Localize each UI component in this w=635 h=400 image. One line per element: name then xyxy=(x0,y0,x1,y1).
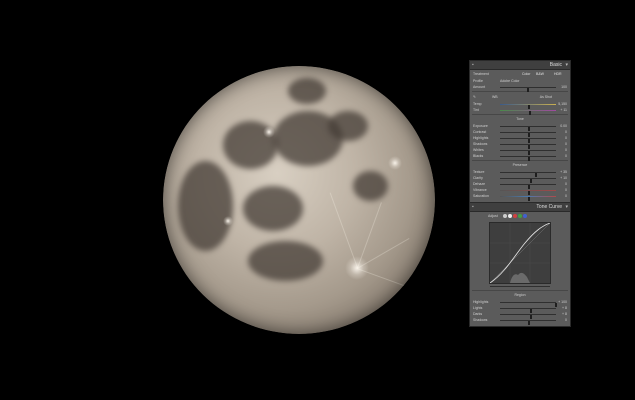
amount-slider-thumb[interactable] xyxy=(526,88,529,92)
treatment-color-button[interactable]: Color xyxy=(522,71,530,77)
tint-slider-track[interactable] xyxy=(500,110,556,115)
tint-row: Tint + 11 xyxy=(470,107,570,115)
amount-label: Amount xyxy=(473,85,486,89)
region-shadows-row: Shadows 0 xyxy=(470,317,570,325)
region-highlights-track[interactable] xyxy=(500,302,557,307)
highlights-slider-track[interactable] xyxy=(500,138,556,143)
basic-panel-header[interactable]: ▪ Basic ▾ xyxy=(470,61,570,70)
blacks-slider-track[interactable] xyxy=(500,156,556,161)
tone-curve-graph[interactable] xyxy=(489,222,551,284)
moon-image xyxy=(163,66,435,334)
treatment-label: Treatment xyxy=(473,72,489,76)
presence-header: Presence xyxy=(512,163,528,167)
wb-label: WB xyxy=(492,95,498,99)
saturation-value[interactable]: 0 xyxy=(565,193,567,199)
region-shadows-track[interactable] xyxy=(500,320,556,325)
divider xyxy=(472,160,568,161)
basic-panel-title: Basic xyxy=(549,62,562,68)
saturation-label: Saturation xyxy=(473,194,489,198)
dehaze-slider-track[interactable] xyxy=(500,184,556,189)
vibrance-slider-track[interactable] xyxy=(500,190,556,195)
region-shadows-label: Shadows xyxy=(473,318,488,322)
region-header: Region xyxy=(514,293,526,297)
tint-value[interactable]: + 11 xyxy=(560,107,567,113)
amount-slider-track[interactable] xyxy=(500,87,556,92)
contrast-slider-track[interactable] xyxy=(500,132,556,137)
panel-switch-icon[interactable]: ▪ xyxy=(472,203,474,211)
wb-value[interactable]: As Shot xyxy=(540,93,552,101)
exposure-slider-track[interactable] xyxy=(500,126,556,131)
adjust-row: Adjust xyxy=(470,212,570,220)
amount-value[interactable]: 100 xyxy=(561,84,567,90)
red-channel-icon[interactable] xyxy=(513,214,517,218)
green-channel-icon[interactable] xyxy=(518,214,522,218)
blacks-row: Blacks 0 xyxy=(470,153,570,161)
curve-split-sliders[interactable] xyxy=(470,284,570,289)
treatment-hdr-button[interactable]: HDR xyxy=(554,71,562,77)
tone-curve-panel-title: Tone Curve xyxy=(536,204,562,210)
temp-slider-track[interactable] xyxy=(500,104,556,109)
moon-limb-shade xyxy=(163,66,435,334)
blacks-value[interactable]: 0 xyxy=(565,153,567,159)
eyedropper-icon[interactable]: ✎ xyxy=(473,93,476,101)
wb-row: ✎ WB As Shot xyxy=(470,93,570,101)
blacks-label: Blacks xyxy=(473,154,484,158)
treatment-bw-button[interactable]: B&W xyxy=(536,71,544,77)
tint-slider-thumb[interactable] xyxy=(529,111,532,115)
divider xyxy=(472,91,568,92)
tone-curve-svg[interactable] xyxy=(489,222,551,284)
point-curve-icon[interactable] xyxy=(508,214,512,218)
clarity-slider-track[interactable] xyxy=(500,178,556,183)
split-track[interactable] xyxy=(490,286,550,287)
collapse-triangle-icon[interactable]: ▾ xyxy=(565,61,568,69)
divider xyxy=(472,290,568,291)
region-shadows-thumb[interactable] xyxy=(528,321,530,325)
curve-channel-selector[interactable] xyxy=(503,214,528,218)
tint-label: Tint xyxy=(473,108,479,112)
treatment-row: Treatment Color B&W HDR xyxy=(470,70,570,78)
develop-panel: ▪ Basic ▾ Treatment Color B&W HDR Profil… xyxy=(469,60,571,327)
saturation-slider-thumb[interactable] xyxy=(528,197,530,201)
adjust-label: Adjust xyxy=(488,214,498,218)
region-lights-track[interactable] xyxy=(500,308,556,313)
tone-header: Tone xyxy=(516,117,524,121)
region-shadows-value[interactable]: 0 xyxy=(565,317,567,323)
collapse-triangle-icon[interactable]: ▾ xyxy=(565,203,568,211)
divider xyxy=(472,114,568,115)
tone-curve-panel-header[interactable]: ▪ Tone Curve ▾ xyxy=(470,202,570,212)
texture-slider-track[interactable] xyxy=(500,172,556,177)
blue-channel-icon[interactable] xyxy=(523,214,527,218)
parametric-curve-icon[interactable] xyxy=(503,214,507,218)
panel-bottom-padding xyxy=(470,323,570,326)
saturation-slider-track[interactable] xyxy=(500,196,556,201)
amount-row: Amount 100 xyxy=(470,84,570,92)
blacks-slider-thumb[interactable] xyxy=(528,157,530,161)
region-darks-track[interactable] xyxy=(500,314,556,319)
histogram-area xyxy=(510,272,530,283)
whites-slider-track[interactable] xyxy=(500,150,556,155)
saturation-row: Saturation 0 xyxy=(470,193,570,201)
shadows-slider-track[interactable] xyxy=(500,144,556,149)
panel-switch-icon[interactable]: ▪ xyxy=(472,61,474,69)
